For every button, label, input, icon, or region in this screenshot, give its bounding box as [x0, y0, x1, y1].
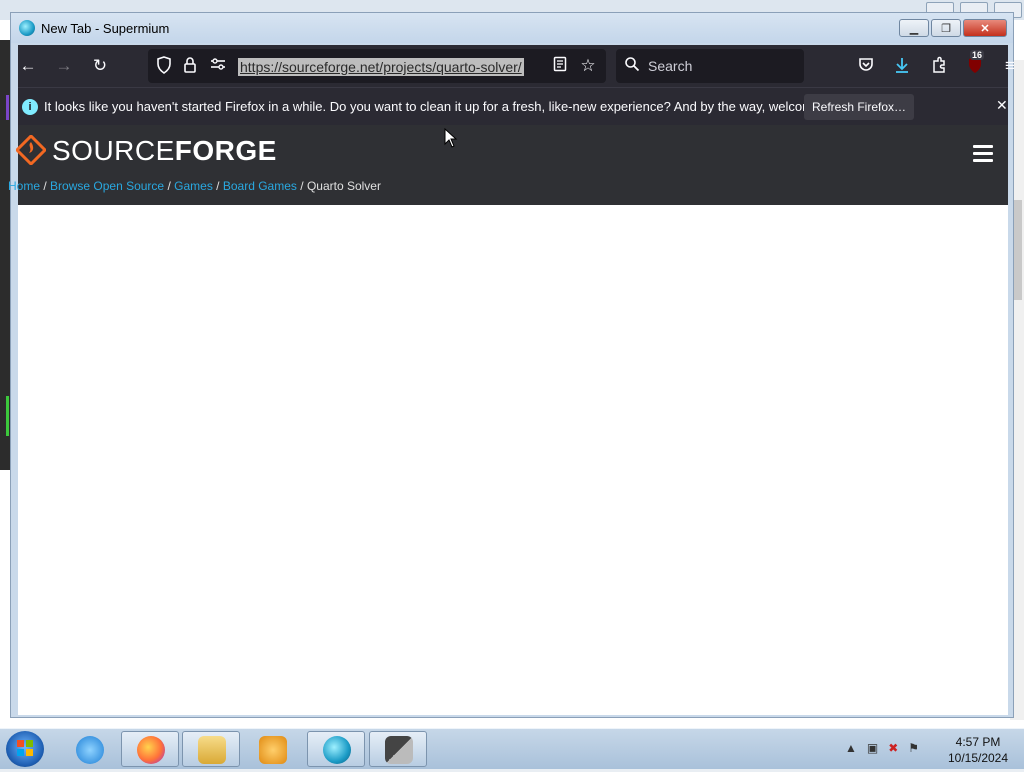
logo-text-bold: FORGE: [174, 135, 277, 166]
sourceforge-logo-icon[interactable]: [14, 133, 48, 167]
action-center-flag-icon[interactable]: ⚑: [908, 741, 919, 755]
shield-icon[interactable]: [154, 56, 174, 76]
maximize-button[interactable]: ❐: [931, 19, 961, 37]
breadcrumb-separator: /: [300, 179, 304, 193]
info-icon: i: [22, 99, 38, 115]
clock-date: 10/15/2024: [947, 751, 1009, 765]
bookmark-star-icon[interactable]: ☆: [578, 56, 598, 76]
breadcrumb-separator: /: [167, 179, 171, 193]
show-hidden-icons-icon[interactable]: ▲: [845, 741, 857, 755]
breadcrumb: Home / Browse Open Source / Games / Boar…: [8, 179, 381, 193]
supermium-icon: [19, 20, 35, 36]
breadcrumb-home[interactable]: Home: [8, 179, 40, 193]
close-icon[interactable]: ✕: [996, 97, 1008, 114]
clock[interactable]: 4:57 PM 10/15/2024: [938, 734, 1018, 766]
reader-icon[interactable]: [550, 56, 570, 76]
taskbar-media-player[interactable]: [243, 731, 301, 767]
notification-bar: i It looks like you haven't started Fire…: [18, 87, 1008, 126]
search-bar[interactable]: Search: [616, 49, 804, 83]
logo-text-light: SOURCE: [52, 135, 175, 166]
back-icon[interactable]: ←: [18, 56, 38, 76]
search-icon: [622, 56, 642, 76]
network-icon[interactable]: ▣: [867, 741, 878, 755]
internet-explorer-icon: [76, 736, 104, 764]
window-title: New Tab - Supermium: [41, 21, 170, 36]
taskbar-internet-explorer[interactable]: [60, 731, 118, 767]
breadcrumb-browse[interactable]: Browse Open Source: [50, 179, 164, 193]
nav-toolbar: ← → ↻ https://sourceforge.net/projects/q…: [18, 45, 1015, 87]
breadcrumb-games[interactable]: Games: [174, 179, 213, 193]
clock-time: 4:57 PM: [955, 735, 1001, 749]
breadcrumb-separator: /: [216, 179, 220, 193]
url-text[interactable]: https://sourceforge.net/projects/quarto-…: [238, 58, 524, 76]
system-tray: ▲ ▣ ✖ ⚑: [845, 741, 919, 755]
taskbar-file-explorer[interactable]: [182, 731, 240, 767]
url-bar[interactable]: https://sourceforge.net/projects/quarto-…: [148, 49, 606, 83]
pocket-icon[interactable]: [856, 56, 876, 76]
start-button[interactable]: [6, 731, 44, 767]
supermium-icon: [323, 736, 351, 764]
reload-icon[interactable]: ↻: [90, 56, 110, 76]
window-titlebar[interactable]: New Tab - Supermium ▁ ❐ ✕: [11, 13, 1013, 43]
breadcrumb-separator: /: [43, 179, 47, 193]
window-controls: ▁ ❐ ✕: [899, 19, 1007, 37]
sourceforge-logo[interactable]: SOURCEFORGE: [52, 135, 277, 167]
extension-count-badge: 16: [970, 50, 985, 60]
download-icon[interactable]: [892, 56, 912, 76]
volume-muted-icon[interactable]: ✖: [888, 741, 898, 755]
page-content: SOURCEFORGE Home / Browse Open Source / …: [8, 125, 1008, 715]
notification-text: It looks like you haven't started Firefo…: [44, 99, 855, 114]
mouse-cursor-icon: [444, 127, 458, 148]
browser-window: New Tab - Supermium ▁ ❐ ✕ ← → ↻ https://…: [8, 12, 1015, 718]
background-accent: [6, 396, 9, 436]
firefox-icon: [137, 736, 165, 764]
extensions-icon[interactable]: [929, 56, 949, 76]
lock-icon[interactable]: [180, 56, 200, 76]
quarto-pieces-icon: [385, 736, 413, 764]
breadcrumb-board-games[interactable]: Board Games: [223, 179, 297, 193]
taskbar-game-app[interactable]: [369, 731, 427, 767]
refresh-firefox-button[interactable]: Refresh Firefox…: [804, 94, 914, 120]
forward-icon[interactable]: →: [54, 56, 74, 76]
hamburger-menu-icon[interactable]: [973, 145, 993, 162]
permissions-icon[interactable]: [208, 56, 228, 76]
folder-icon: [198, 736, 226, 764]
breadcrumb-current: Quarto Solver: [306, 179, 381, 193]
minimize-button[interactable]: ▁: [899, 19, 929, 37]
taskbar: ▲ ▣ ✖ ⚑ 4:57 PM 10/15/2024: [0, 728, 1024, 769]
close-button[interactable]: ✕: [963, 19, 1007, 37]
taskbar-firefox[interactable]: [121, 731, 179, 767]
menu-icon[interactable]: ≡: [1000, 56, 1020, 76]
media-player-icon: [259, 736, 287, 764]
search-input[interactable]: Search: [648, 58, 692, 74]
site-header: SOURCEFORGE Home / Browse Open Source / …: [8, 125, 1008, 205]
background-accent: [6, 95, 9, 120]
taskbar-supermium[interactable]: [307, 731, 365, 767]
